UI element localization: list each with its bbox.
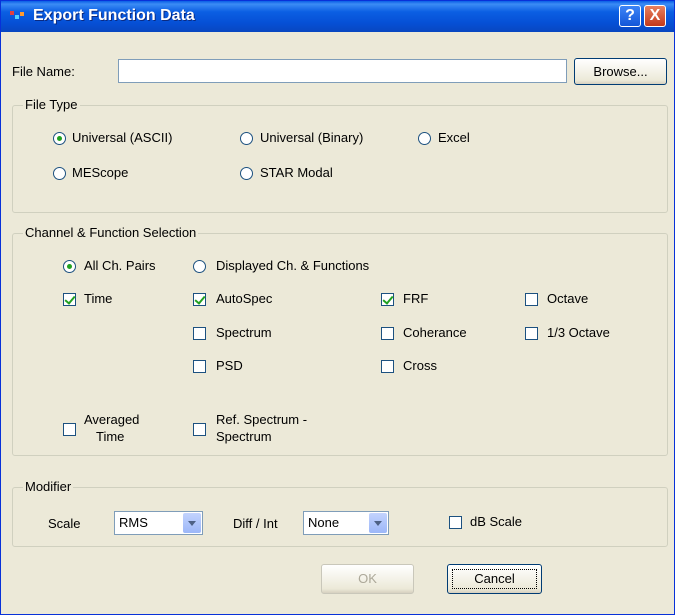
title-bar[interactable]: Export Function Data ? X xyxy=(1,1,674,32)
close-button[interactable]: X xyxy=(644,5,666,27)
checkbox-cross-label: Cross xyxy=(403,358,437,373)
radio-all-ch-pairs-label: All Ch. Pairs xyxy=(84,258,156,273)
channel-function-legend: Channel & Function Selection xyxy=(23,225,199,240)
radio-universal-binary-label: Universal (Binary) xyxy=(260,130,364,145)
app-icon xyxy=(10,11,24,19)
checkbox-averaged-time-label-line1: Averaged xyxy=(84,412,140,427)
checkbox-psd-label: PSD xyxy=(216,358,243,373)
checkbox-cross[interactable] xyxy=(381,360,394,373)
radio-mescope[interactable] xyxy=(53,167,66,180)
radio-excel[interactable] xyxy=(418,132,431,145)
chevron-down-icon[interactable] xyxy=(183,513,201,533)
ok-button[interactable]: OK xyxy=(321,564,414,594)
radio-excel-label: Excel xyxy=(438,130,470,145)
checkbox-autospec[interactable] xyxy=(193,293,206,306)
diff-int-label: Diff / Int xyxy=(233,516,278,531)
radio-universal-binary[interactable] xyxy=(240,132,253,145)
chevron-down-icon[interactable] xyxy=(369,513,387,533)
scale-select-value: RMS xyxy=(119,515,148,530)
diff-int-select-value: None xyxy=(308,515,340,530)
radio-universal-ascii-label: Universal (ASCII) xyxy=(72,130,173,145)
checkbox-ref-spectrum-label-line2: Spectrum xyxy=(216,429,272,444)
radio-displayed-ch-functions[interactable] xyxy=(193,260,206,273)
modifier-legend: Modifier xyxy=(23,479,74,494)
checkbox-db-scale-label: dB Scale xyxy=(470,514,523,529)
radio-universal-ascii[interactable] xyxy=(53,132,66,145)
checkbox-ref-spectrum-label-line1: Ref. Spectrum - xyxy=(216,412,308,427)
diff-int-select[interactable]: None xyxy=(303,511,389,535)
checkbox-averaged-time-label-line2: Time xyxy=(96,429,125,444)
checkbox-octave[interactable] xyxy=(525,293,538,306)
checkbox-frf-label: FRF xyxy=(403,291,429,306)
checkbox-third-octave[interactable] xyxy=(525,327,538,340)
radio-displayed-ch-functions-label: Displayed Ch. & Functions xyxy=(216,258,370,273)
checkbox-averaged-time[interactable] xyxy=(63,423,76,436)
export-function-data-dialog: Export Function Data ? X File Name: Brow… xyxy=(0,0,675,615)
checkbox-ref-spectrum[interactable] xyxy=(193,423,206,436)
checkbox-time-label: Time xyxy=(84,291,113,306)
checkbox-psd[interactable] xyxy=(193,360,206,373)
file-type-legend: File Type xyxy=(23,97,80,112)
checkbox-db-scale[interactable] xyxy=(449,516,462,529)
radio-star-modal-label: STAR Modal xyxy=(260,165,333,180)
radio-mescope-label: MEScope xyxy=(72,165,129,180)
checkbox-coherance[interactable] xyxy=(381,327,394,340)
file-name-label: File Name: xyxy=(12,64,75,79)
window-title: Export Function Data xyxy=(33,7,195,24)
checkbox-time[interactable] xyxy=(63,293,76,306)
checkbox-frf[interactable] xyxy=(381,293,394,306)
checkbox-spectrum[interactable] xyxy=(193,327,206,340)
checkbox-spectrum-label: Spectrum xyxy=(216,325,272,340)
scale-label: Scale xyxy=(48,516,81,531)
focus-ring xyxy=(452,569,537,589)
radio-star-modal[interactable] xyxy=(240,167,253,180)
checkbox-third-octave-label: 1/3 Octave xyxy=(547,325,610,340)
file-type-group: File Type xyxy=(12,97,668,213)
checkbox-octave-label: Octave xyxy=(547,291,589,306)
checkbox-coherance-label: Coherance xyxy=(403,325,467,340)
cancel-button[interactable]: Cancel xyxy=(447,564,542,594)
file-name-input[interactable] xyxy=(118,59,567,83)
checkbox-autospec-label: AutoSpec xyxy=(216,291,273,306)
browse-button[interactable]: Browse... xyxy=(574,58,667,85)
scale-select[interactable]: RMS xyxy=(114,511,203,535)
help-button[interactable]: ? xyxy=(619,5,641,27)
radio-all-ch-pairs[interactable] xyxy=(63,260,76,273)
